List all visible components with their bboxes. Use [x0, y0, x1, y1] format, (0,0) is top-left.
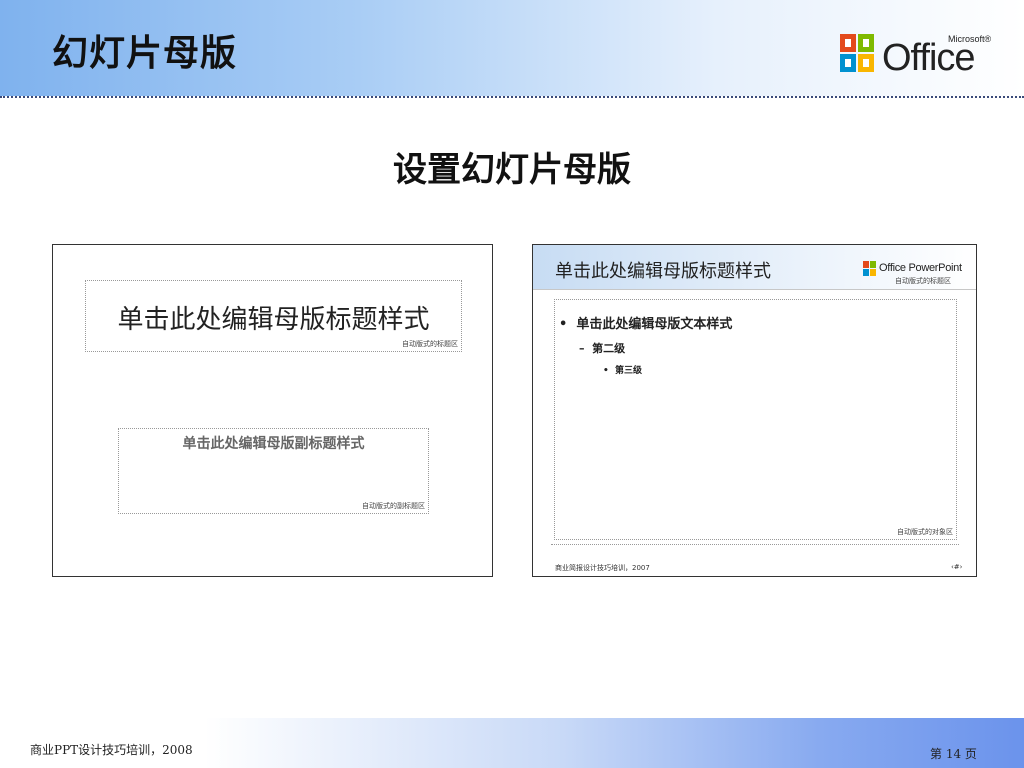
subtitle-placeholder[interactable]: 单击此处编辑母版副标题样式 自动版式的副标题区	[118, 428, 429, 514]
title-area-label: 自动版式的标题区	[402, 340, 458, 348]
office-logo: Microsoft® Office	[838, 30, 998, 82]
office-logo-icon	[840, 34, 874, 72]
content-title-text: 单击此处编辑母版标题样式	[555, 261, 771, 282]
office-logo-word: Office	[882, 37, 976, 79]
footer-text: 商业PPT设计技巧培训，2008	[30, 743, 193, 757]
bullet-level-1-marker: •	[559, 317, 568, 332]
subtitle-placeholder-text: 单击此处编辑母版副标题样式	[182, 436, 365, 452]
powerpoint-logo-icon	[863, 261, 876, 276]
title-placeholder-text: 单击此处编辑母版标题样式	[117, 305, 430, 335]
bullet-level-1: • 单击此处编辑母版文本样式	[559, 313, 732, 332]
object-area-label: 自动版式的对象区	[897, 528, 953, 536]
header-divider	[0, 96, 1024, 98]
bullet-level-3-marker: •	[603, 366, 609, 376]
bullet-level-2-marker: –	[579, 342, 585, 355]
bullet-level-3-text: 第三级	[615, 366, 643, 376]
title-placeholder[interactable]: 单击此处编辑母版标题样式 自动版式的标题区	[85, 280, 462, 352]
content-title-area-label: 自动版式的标题区	[895, 277, 951, 285]
bullet-level-1-text: 单击此处编辑母版文本样式	[576, 317, 733, 332]
page-title: 幻灯片母版	[52, 33, 238, 74]
content-slide-number: ‹#›	[951, 563, 963, 571]
content-footer-divider	[551, 544, 959, 545]
content-object-placeholder[interactable]: 自动版式的对象区	[554, 299, 957, 540]
title-slide-master-thumbnail[interactable]: 单击此处编辑母版标题样式 自动版式的标题区 单击此处编辑母版副标题样式 自动版式…	[52, 244, 493, 577]
bullet-level-3: • 第三级	[603, 363, 642, 376]
bullet-level-2: – 第二级	[579, 340, 625, 356]
content-footer-text: 商业简报设计技巧培训，2007	[555, 564, 650, 572]
section-subtitle: 设置幻灯片母版	[393, 150, 631, 190]
page-number: 第 14 页	[930, 747, 977, 761]
content-slide-master-thumbnail[interactable]: 单击此处编辑母版标题样式 Office PowerPoint 自动版式的标题区 …	[532, 244, 977, 577]
bullet-level-2-text: 第二级	[592, 342, 626, 355]
subtitle-area-label: 自动版式的副标题区	[362, 502, 425, 510]
powerpoint-logo-text: Office PowerPoint	[879, 262, 962, 274]
content-title-divider	[533, 289, 976, 290]
